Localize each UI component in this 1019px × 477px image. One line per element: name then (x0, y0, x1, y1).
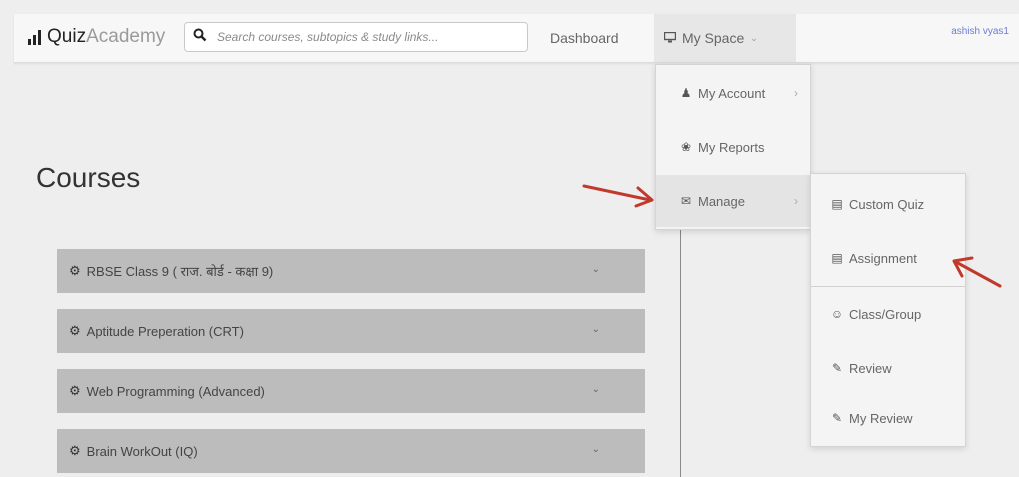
course-row[interactable]: ⚙ Aptitude Preperation (CRT) ⌄ (57, 309, 645, 353)
course-label: Aptitude Preperation (CRT) (86, 323, 244, 339)
course-row[interactable]: ⚙ RBSE Class 9 ( राज. बोर्ड - कक्षा 9) ⌄ (57, 249, 645, 293)
submenu-item-label: My Review (849, 410, 913, 426)
content-divider (680, 228, 681, 477)
menu-separator (811, 286, 965, 287)
group-icon: ☺ (830, 307, 844, 321)
brand-logo[interactable]: Quiz Academy (28, 26, 165, 48)
signal-bars-icon (28, 29, 41, 45)
submenu-item-label: Class/Group (849, 306, 922, 322)
myspace-label: My Space (682, 30, 745, 46)
brand-name-academy: Academy (86, 26, 166, 47)
submenu-item-assignment[interactable]: ▤ Assignment (811, 232, 965, 284)
user-link[interactable]: ashish vyas1 (951, 26, 1009, 37)
myspace-dropdown: ♟ My Account › ❀ My Reports ✉ Manage › (655, 64, 811, 230)
envelope-icon: ✉ (680, 194, 692, 208)
course-row[interactable]: ⚙ Web Programming (Advanced) ⌄ (57, 369, 645, 413)
reports-icon: ❀ (680, 140, 692, 154)
chevron-down-icon: ⌄ (750, 32, 758, 43)
submenu-item-label: Review (849, 360, 892, 376)
course-label: Brain WorkOut (IQ) (86, 443, 198, 459)
edit-icon: ✎ (831, 411, 843, 425)
chevron-down-icon[interactable]: ⌄ (592, 264, 600, 275)
gears-icon: ⚙ (69, 443, 81, 458)
gears-icon: ⚙ (69, 263, 81, 278)
course-label: RBSE Class 9 ( राज. बोर्ड - कक्षा 9) (86, 264, 274, 279)
submenu-item-review[interactable]: ✎ Review (811, 342, 965, 394)
search-input[interactable] (215, 29, 519, 45)
chevron-down-icon[interactable]: ⌄ (592, 384, 600, 395)
menu-item-label: My Reports (698, 139, 765, 155)
menu-item-my-account[interactable]: ♟ My Account › (656, 67, 810, 119)
chevron-down-icon[interactable]: ⌄ (592, 324, 600, 335)
list-icon: ▤ (831, 197, 843, 211)
edit-icon: ✎ (831, 361, 843, 375)
annotation-arrow-manage (582, 184, 654, 208)
submenu-item-label: Custom Quiz (849, 196, 925, 212)
top-navbar: QuizAcademy Dashboard My Space ⌄ ashish … (14, 14, 1019, 63)
brand-name-quiz: Quiz (47, 26, 87, 47)
page-title: Courses (36, 162, 141, 193)
course-label: Web Programming (Advanced) (86, 383, 265, 399)
menu-item-label: My Account (698, 85, 766, 101)
gears-icon: ⚙ (69, 383, 81, 398)
menu-item-manage[interactable]: ✉ Manage › (656, 175, 810, 227)
annotation-arrow-assignment (952, 256, 1002, 288)
menu-item-label: Manage (698, 193, 745, 209)
course-row[interactable]: ⚙ Brain WorkOut (IQ) ⌄ (57, 429, 645, 473)
gears-icon: ⚙ (69, 323, 81, 338)
manage-submenu: ▤ Custom Quiz ▤ Assignment ☺ Class/Group… (810, 173, 966, 447)
list-icon: ▤ (831, 251, 843, 265)
submenu-item-my-review[interactable]: ✎ My Review (811, 392, 965, 444)
menu-item-my-reports[interactable]: ❀ My Reports (656, 121, 810, 173)
submenu-item-class-group[interactable]: ☺ Class/Group (811, 288, 965, 340)
chevron-down-icon[interactable]: ⌄ (592, 444, 600, 455)
chevron-right-icon: › (794, 194, 798, 208)
submenu-item-label: Assignment (849, 250, 917, 266)
search-icon[interactable] (185, 28, 215, 46)
submenu-item-custom-quiz[interactable]: ▤ Custom Quiz (811, 178, 965, 230)
monitor-icon (663, 30, 677, 46)
chevron-right-icon: › (794, 86, 798, 100)
search-box (184, 22, 528, 52)
nav-dashboard-link[interactable]: Dashboard (550, 30, 619, 46)
user-icon: ♟ (680, 86, 692, 100)
nav-myspace-toggle[interactable]: My Space ⌄ (654, 14, 796, 62)
